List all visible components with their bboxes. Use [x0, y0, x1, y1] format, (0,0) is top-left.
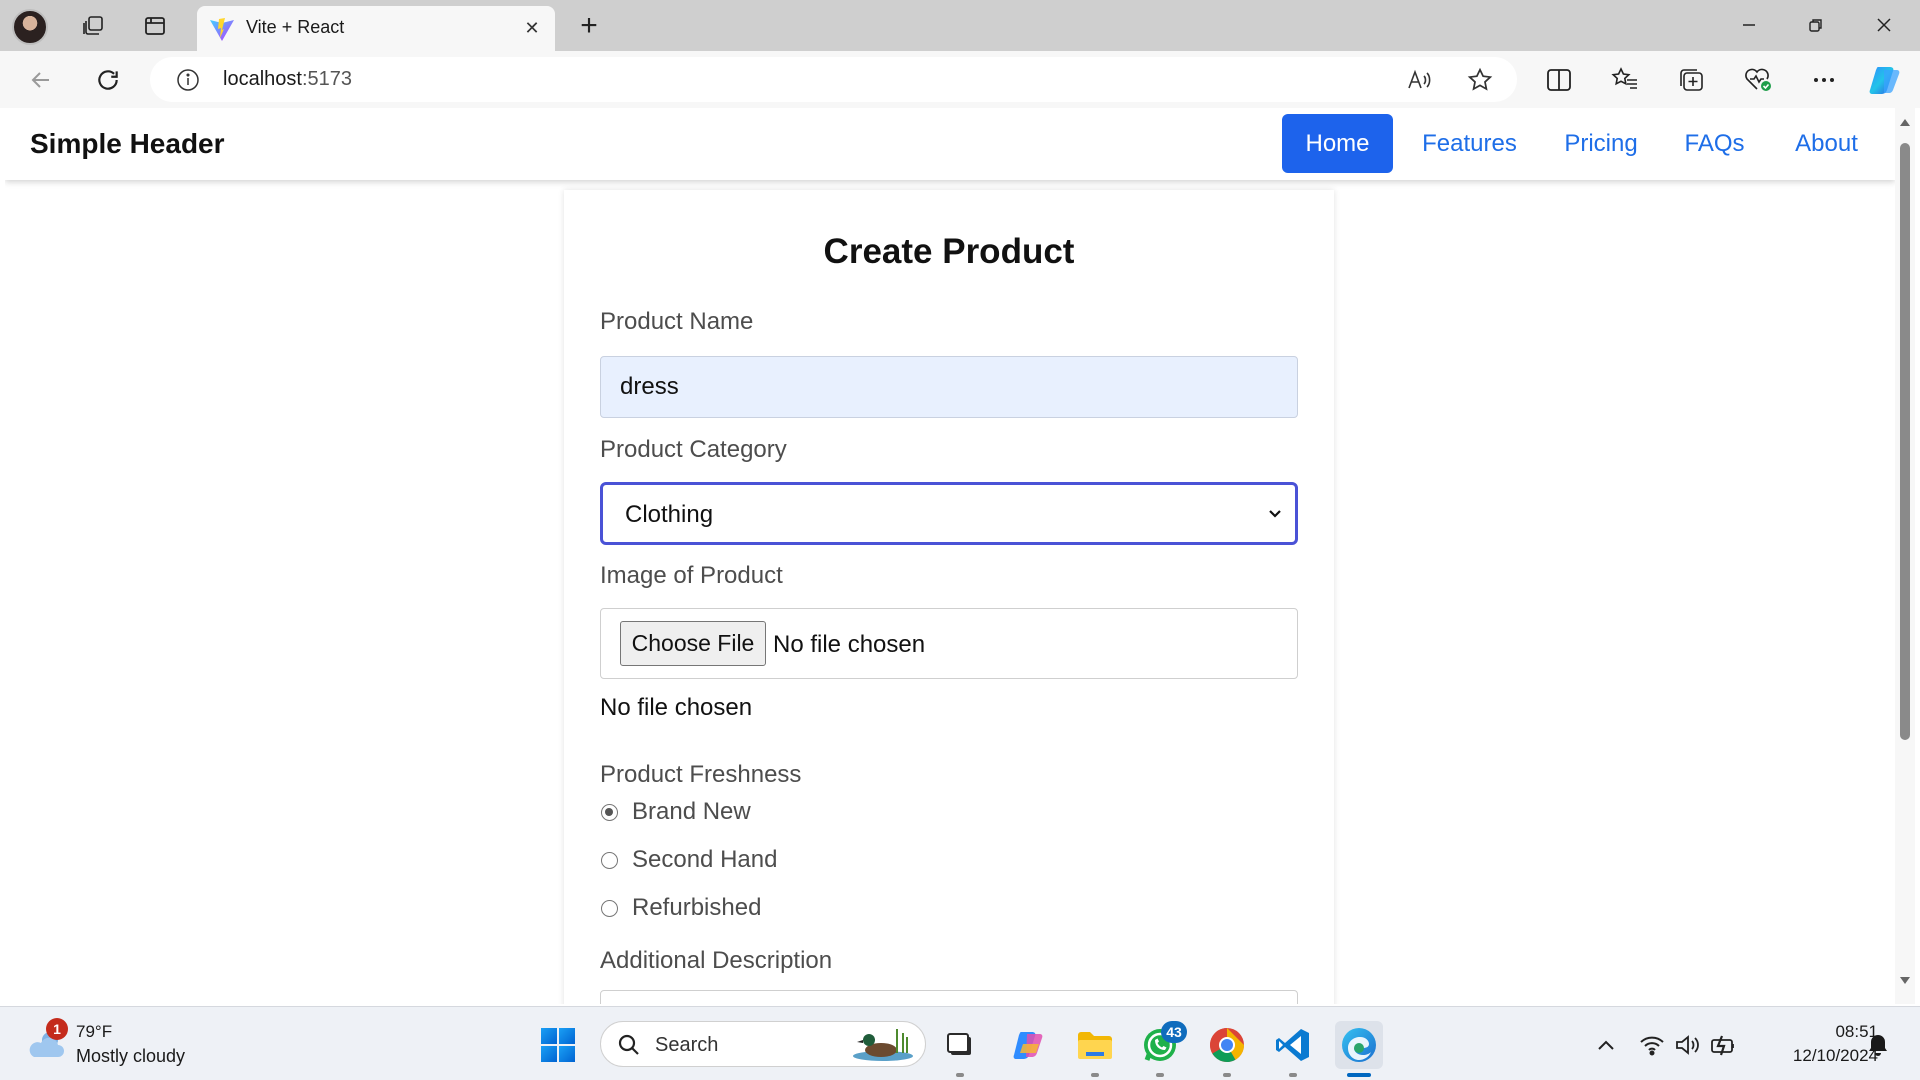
windows-start-icon[interactable]	[540, 1027, 576, 1063]
collections-icon[interactable]	[1674, 63, 1708, 97]
site-header: Simple Header Home Features Pricing FAQs…	[5, 108, 1895, 180]
additional-description-label: Additional Description	[600, 947, 833, 974]
whatsapp-unread-badge: 43	[1161, 1021, 1187, 1043]
tab-vite-react[interactable]: Vite + React ✕	[197, 6, 555, 51]
radio-label: Second Hand	[632, 846, 778, 873]
radio-brand-new[interactable]: Brand New	[600, 796, 751, 828]
nav-home[interactable]: Home	[1282, 114, 1393, 173]
product-freshness-label: Product Freshness	[600, 761, 802, 788]
running-indicator	[1223, 1073, 1231, 1077]
weather-description[interactable]: Mostly cloudy	[76, 1046, 185, 1067]
product-name-label: Product Name	[600, 308, 754, 335]
category-selected-value: Clothing	[625, 501, 714, 528]
scroll-down-arrow-icon[interactable]	[1895, 976, 1915, 990]
nav-faqs[interactable]: FAQs	[1665, 114, 1764, 173]
browser-essentials-icon[interactable]	[1741, 63, 1775, 97]
notification-bell-icon[interactable]	[1864, 1031, 1892, 1059]
tab-close-icon[interactable]: ✕	[519, 15, 545, 41]
chrome-icon[interactable]	[1203, 1021, 1251, 1069]
additional-description-textarea[interactable]	[600, 990, 1298, 1004]
running-indicator	[1289, 1073, 1297, 1077]
task-view-icon[interactable]	[936, 1021, 984, 1069]
vscode-icon[interactable]	[1269, 1021, 1317, 1069]
new-tab-button[interactable]: +	[572, 9, 606, 42]
tab-actions-icon[interactable]	[138, 10, 172, 42]
restore-button[interactable]	[1794, 8, 1838, 42]
browser-toolbar: localhost:5173	[0, 51, 1920, 108]
form-title: Create Product	[823, 232, 1075, 271]
page-viewport: Simple Header Home Features Pricing FAQs…	[5, 108, 1895, 1004]
radio-button[interactable]	[601, 851, 618, 869]
nav-about[interactable]: About	[1772, 114, 1881, 173]
workspaces-icon[interactable]	[76, 10, 110, 42]
weather-alert-badge: 1	[46, 1018, 68, 1040]
clock-date[interactable]: 12/10/2024	[1762, 1046, 1878, 1066]
running-indicator	[1156, 1073, 1164, 1077]
vite-logo-icon	[209, 18, 235, 42]
file-status-text: No file chosen	[773, 631, 926, 658]
nav-pricing[interactable]: Pricing	[1545, 114, 1657, 173]
close-window-button[interactable]	[1862, 8, 1906, 42]
active-app-indicator	[1347, 1073, 1371, 1077]
volume-icon[interactable]	[1674, 1031, 1702, 1059]
radio-second-hand[interactable]: Second Hand	[600, 844, 777, 876]
favorites-icon[interactable]	[1608, 63, 1642, 97]
search-highlight-duck-icon	[853, 1029, 913, 1061]
battery-charging-icon[interactable]	[1710, 1031, 1738, 1059]
weather-temperature[interactable]: 79°F	[76, 1022, 112, 1042]
tab-title: Vite + React	[246, 17, 345, 37]
product-name-input[interactable]	[600, 356, 1298, 418]
edge-browser-icon[interactable]	[1335, 1021, 1383, 1069]
chevron-down-icon	[1269, 510, 1281, 518]
search-placeholder: Search	[655, 1034, 719, 1056]
minimize-button[interactable]	[1727, 8, 1771, 42]
image-of-product-label: Image of Product	[600, 562, 783, 589]
search-icon	[618, 1034, 639, 1055]
split-screen-icon[interactable]	[1542, 63, 1576, 97]
create-product-form: Create Product Product Name Product Cate…	[564, 190, 1334, 1004]
file-explorer-icon[interactable]	[1071, 1021, 1119, 1069]
browser-tab-bar: Vite + React ✕ +	[0, 0, 1920, 51]
refresh-icon[interactable]	[89, 61, 127, 99]
favorite-star-icon[interactable]	[1465, 65, 1495, 95]
scroll-up-arrow-icon[interactable]	[1895, 117, 1915, 131]
image-file-input[interactable]: Choose File No file chosen	[600, 608, 1298, 679]
radio-label: Refurbished	[632, 894, 762, 921]
running-indicator	[1091, 1073, 1099, 1077]
back-arrow-icon[interactable]	[22, 61, 60, 99]
file-status-caption: No file chosen	[600, 694, 753, 721]
address-bar[interactable]: localhost:5173	[150, 57, 1517, 102]
running-indicator	[956, 1073, 964, 1077]
brand-title[interactable]: Simple Header	[30, 128, 225, 160]
profile-avatar[interactable]	[12, 9, 48, 45]
product-category-label: Product Category	[600, 436, 787, 463]
site-info-icon[interactable]	[176, 68, 200, 92]
copilot-icon[interactable]	[1869, 63, 1903, 97]
scroll-thumb[interactable]	[1900, 143, 1910, 740]
copilot-app-icon[interactable]	[1006, 1021, 1054, 1069]
choose-file-button[interactable]: Choose File	[620, 621, 766, 666]
more-options-icon[interactable]	[1807, 63, 1841, 97]
wifi-icon[interactable]	[1638, 1031, 1666, 1059]
read-aloud-icon[interactable]	[1405, 65, 1435, 95]
radio-button[interactable]	[601, 899, 618, 917]
chevron-up-icon[interactable]	[1592, 1031, 1620, 1059]
url-text[interactable]: localhost:5173	[223, 68, 352, 91]
product-category-select[interactable]: Clothing	[600, 482, 1298, 545]
nav-features[interactable]: Features	[1403, 114, 1536, 173]
windows-taskbar: 1 79°F Mostly cloudy Search 43 08:51 12/…	[0, 1006, 1920, 1080]
taskbar-search-box[interactable]: Search	[600, 1021, 926, 1067]
radio-button-checked[interactable]	[601, 803, 618, 821]
radio-refurbished[interactable]: Refurbished	[600, 892, 761, 924]
radio-label: Brand New	[632, 798, 751, 825]
